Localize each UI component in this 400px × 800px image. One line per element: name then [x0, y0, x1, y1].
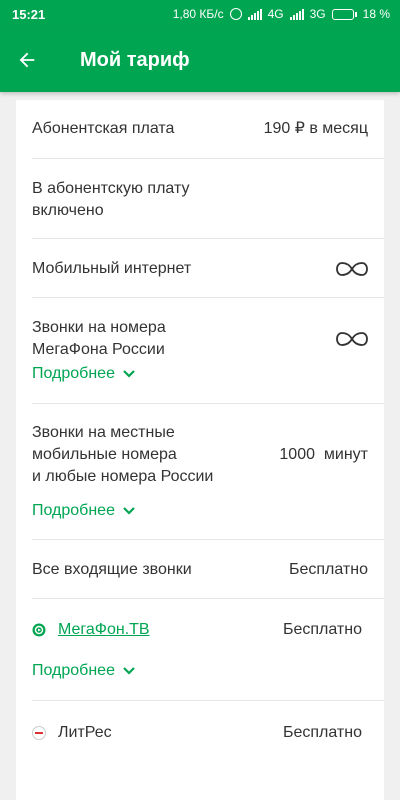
more-label: Подробнее — [32, 662, 115, 679]
calls-local-line3: и любые номера России — [32, 468, 214, 485]
chevron-down-icon — [123, 507, 135, 515]
megafon-tv-row: МегаФон.ТВ Бесплатно — [16, 599, 384, 659]
app-bar: Мой тариф — [0, 28, 400, 92]
infinity-icon — [336, 262, 368, 276]
included-label: В абонентскую плату включено — [32, 178, 189, 222]
litres-service: ЛитРес — [32, 722, 112, 744]
incoming-value: Бесплатно — [288, 561, 368, 578]
calls-local-line1: Звонки на местные — [32, 424, 175, 441]
fee-label: Абонентская плата — [32, 120, 175, 137]
back-button[interactable] — [16, 40, 56, 80]
infinity-icon — [336, 332, 368, 346]
calls-local-label: Звонки на местные мобильные номера и люб… — [32, 422, 213, 488]
fee-row: Абонентская плата 190 ₽ в месяц — [16, 100, 384, 158]
internet-row: Мобильный интернет — [16, 239, 384, 297]
calls-megafon-line1: Звонки на номера — [32, 319, 166, 336]
included-label-line2: включено — [32, 202, 104, 219]
litres-label: ЛитРес — [58, 724, 112, 741]
signal-icon-2 — [289, 8, 304, 20]
fee-value: 190 ₽ в месяц — [263, 120, 368, 137]
chevron-down-icon — [123, 370, 135, 378]
litres-icon — [32, 726, 46, 740]
megafon-tv-service: МегаФон.ТВ — [32, 619, 150, 641]
signal-icon — [247, 8, 262, 20]
network-type-2: 3G — [309, 7, 326, 21]
litres-row: ЛитРес Бесплатно — [16, 701, 384, 761]
tariff-card: Абонентская плата 190 ₽ в месяц В абонен… — [16, 100, 384, 800]
included-label-line1: В абонентскую плату — [32, 180, 190, 197]
more-button[interactable]: Подробнее — [16, 499, 384, 523]
megafon-tv-icon — [32, 623, 46, 637]
network-type-1: 4G — [267, 7, 284, 21]
internet-label: Мобильный интернет — [32, 260, 192, 277]
arrow-back-icon — [19, 52, 35, 68]
status-indicators: 1,80 КБ/с 4G 3G 18 % — [173, 7, 390, 21]
calls-megafon-line2: МегаФона России — [32, 341, 165, 358]
more-button[interactable]: Подробнее — [16, 659, 384, 683]
incoming-row: Все входящие звонки Бесплатно — [16, 540, 384, 598]
calls-megafon-label: Звонки на номера МегаФона России — [32, 317, 166, 361]
page-title: Мой тариф — [80, 48, 190, 71]
more-label: Подробнее — [32, 502, 115, 519]
incoming-label: Все входящие звонки — [32, 561, 192, 578]
calls-local-line2: мобильные номера — [32, 446, 177, 463]
calls-megafon-row: Звонки на номера МегаФона России — [16, 298, 384, 362]
more-label: Подробнее — [32, 365, 115, 382]
chevron-down-icon — [123, 667, 135, 675]
more-button[interactable]: Подробнее — [16, 362, 384, 386]
alarm-icon — [229, 8, 242, 20]
network-speed: 1,80 КБ/с — [172, 7, 224, 21]
included-row: В абонентскую плату включено — [16, 159, 384, 238]
calls-local-row: Звонки на местные мобильные номера и люб… — [16, 404, 384, 499]
calls-local-value: 1000 минут — [279, 446, 368, 463]
megafon-tv-value: Бесплатно — [282, 621, 362, 638]
battery-icon — [331, 8, 357, 20]
litres-value: Бесплатно — [282, 724, 362, 741]
battery-percent: 18 % — [362, 7, 390, 21]
status-time: 15:21 — [12, 6, 46, 22]
status-bar: 15:21 1,80 КБ/с 4G 3G 18 % — [0, 0, 400, 28]
megafon-tv-link[interactable]: МегаФон.ТВ — [58, 619, 150, 641]
